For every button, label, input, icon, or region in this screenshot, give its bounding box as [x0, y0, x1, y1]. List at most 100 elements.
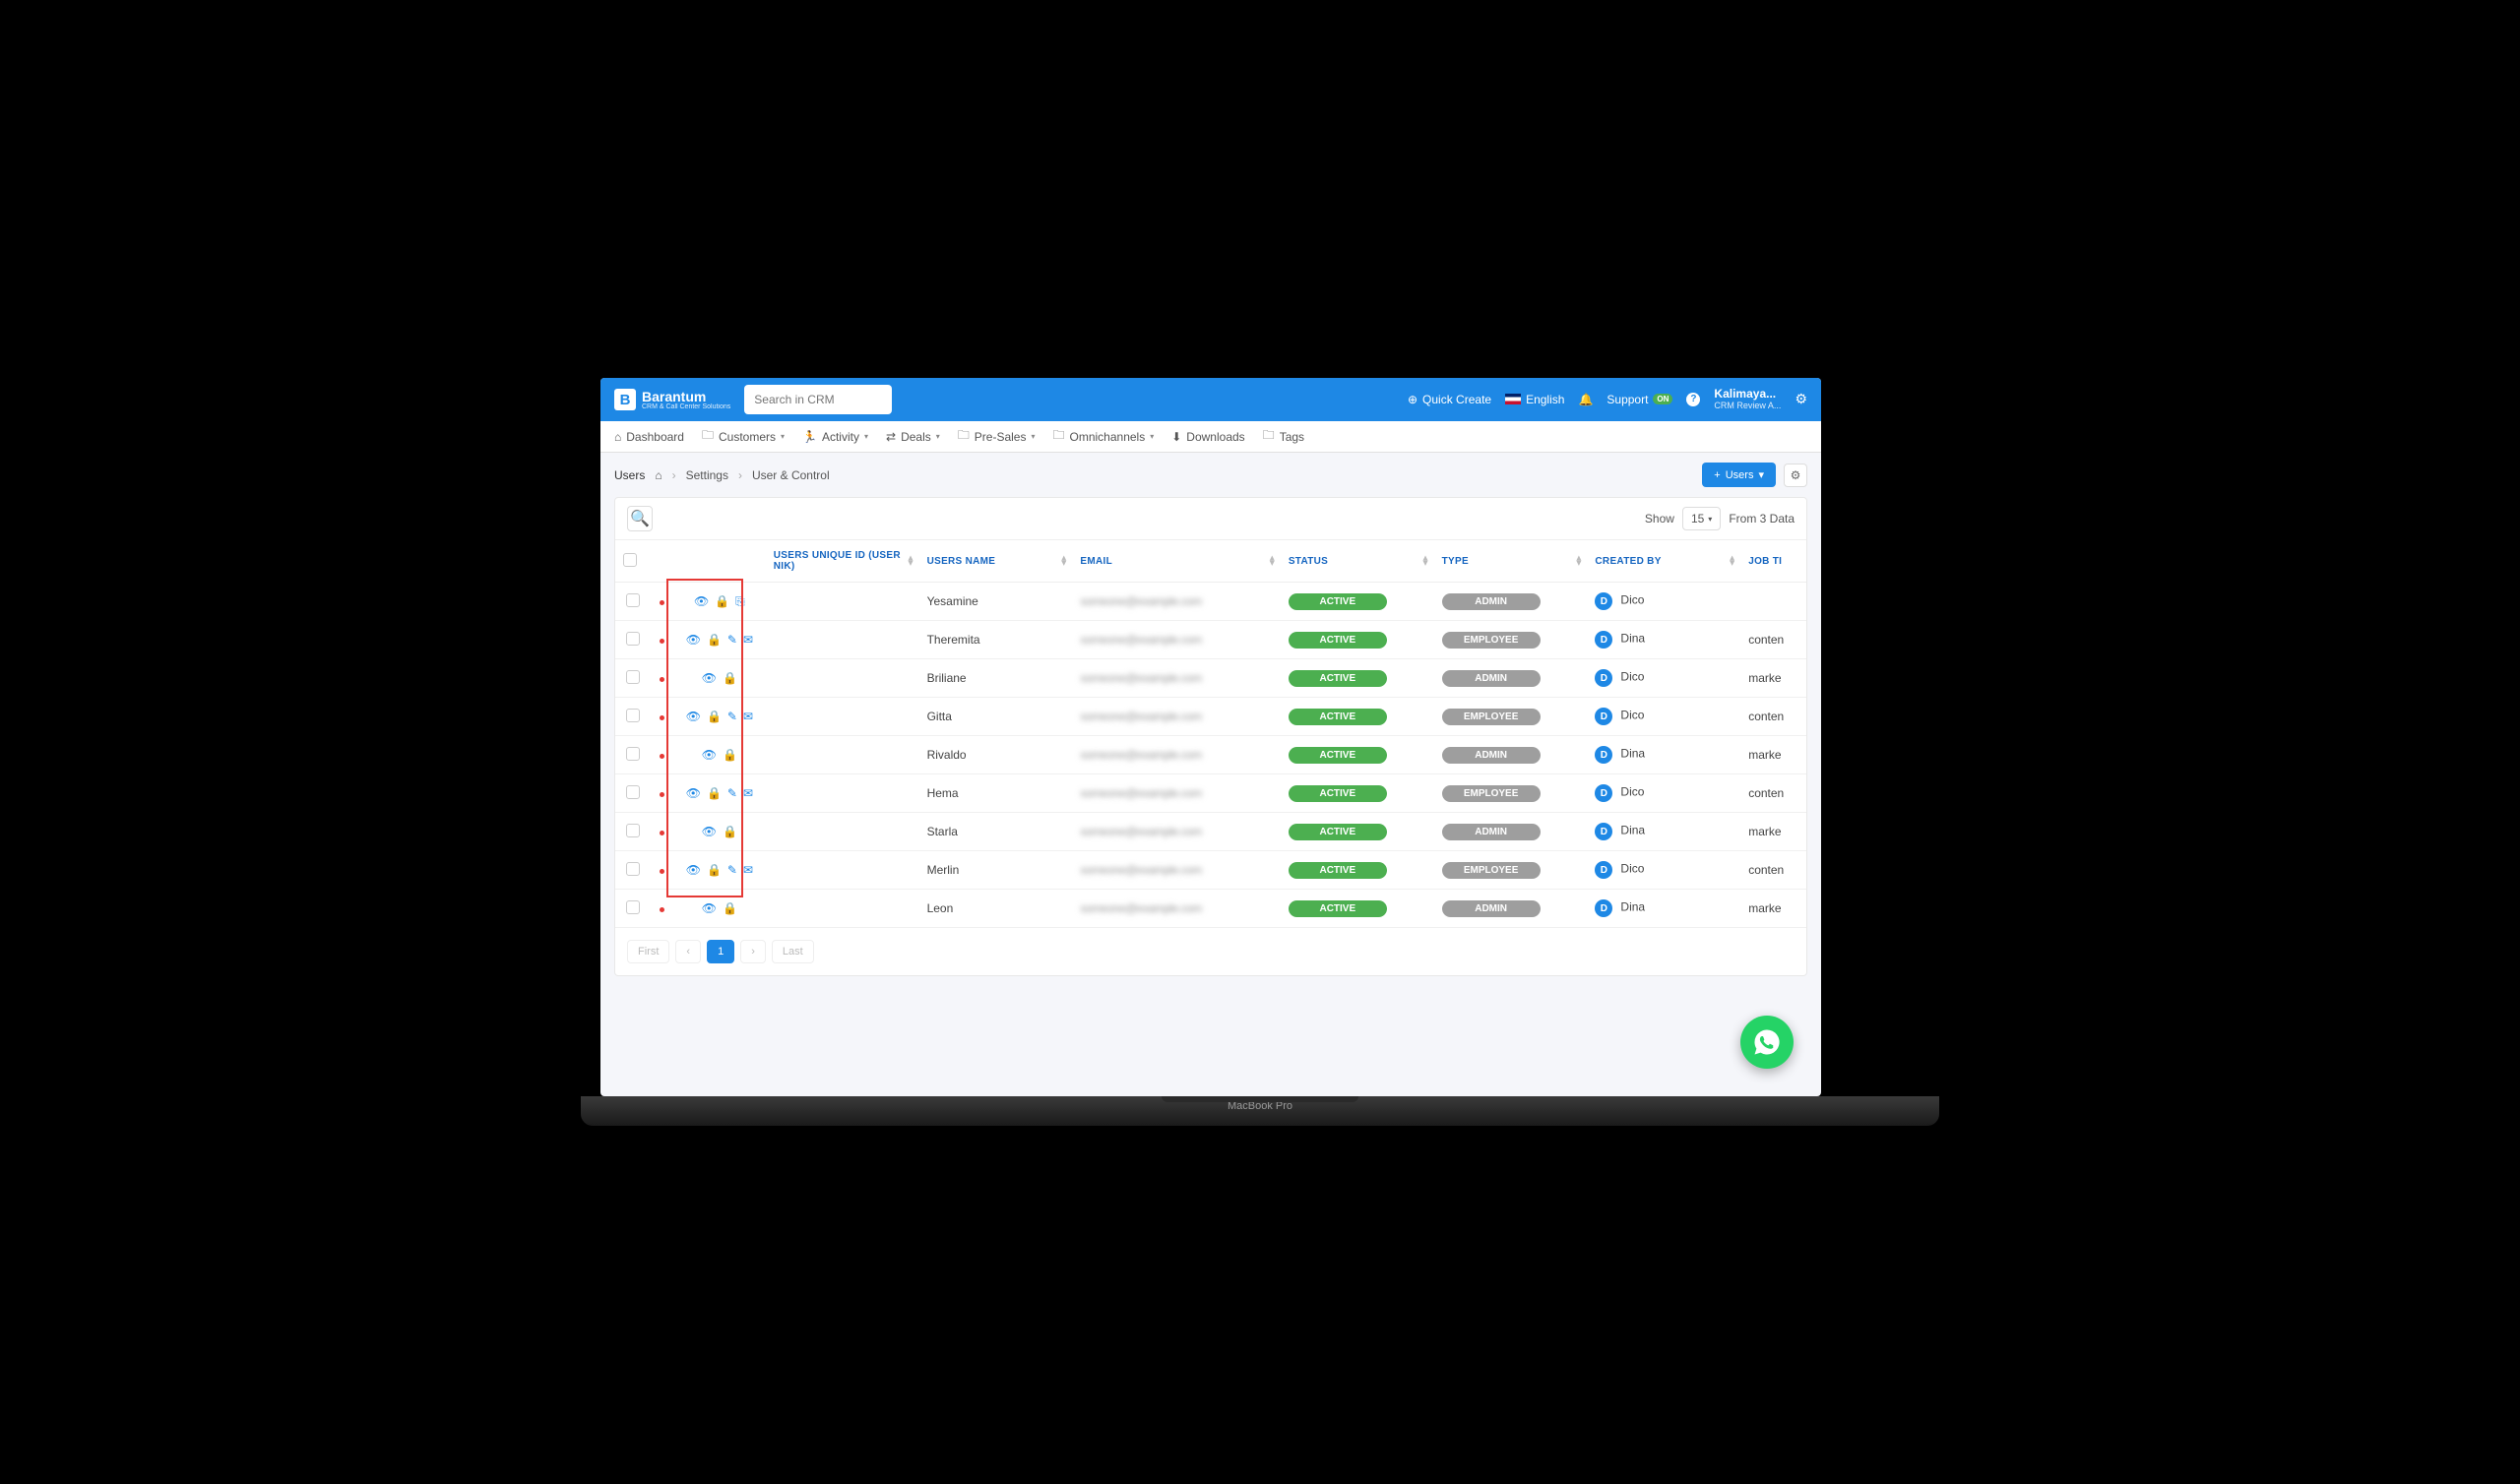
breadcrumb-settings[interactable]: Settings [686, 468, 728, 482]
row-checkbox[interactable] [626, 632, 640, 646]
nav-activity[interactable]: 🏃Activity▾ [802, 430, 868, 444]
mail-icon[interactable]: ✉ [743, 786, 753, 800]
home-icon[interactable]: ⌂ [655, 468, 662, 482]
table-search-button[interactable]: 🔍 [627, 506, 653, 531]
col-created-by[interactable]: CREATED BY▴▾ [1587, 540, 1740, 583]
view-icon[interactable]: 👁 [702, 901, 717, 915]
nav-dashboard[interactable]: ⌂Dashboard [614, 430, 684, 444]
view-icon[interactable]: 👁 [686, 710, 701, 723]
global-search[interactable] [744, 385, 892, 414]
page-current[interactable]: 1 [707, 940, 734, 963]
col-uid[interactable]: USERS UNIQUE ID (USER NIK)▴▾ [766, 540, 919, 583]
row-checkbox[interactable] [626, 824, 640, 837]
lock-icon[interactable]: 🔒 [715, 594, 729, 609]
edit-icon[interactable]: ✎ [727, 710, 737, 723]
edit-icon[interactable]: ✎ [727, 786, 737, 800]
nav-tags[interactable]: 🗀Tags [1263, 426, 1304, 447]
status-dot-icon [660, 792, 664, 797]
lock-icon[interactable]: 🔒 [723, 748, 737, 762]
brand-logo[interactable]: B Barantum CRM & Call Center Solutions [614, 389, 730, 410]
nav-label: Omnichannels [1070, 430, 1146, 444]
whatsapp-icon [1752, 1027, 1782, 1057]
user-role-label: CRM Review A... [1714, 402, 1781, 411]
nav-downloads[interactable]: ⬇Downloads [1171, 430, 1244, 444]
view-icon[interactable]: 👁 [686, 633, 701, 647]
page-next[interactable]: › [740, 940, 766, 963]
mail-icon[interactable]: ✉ [743, 863, 753, 877]
lock-icon[interactable]: 🔒 [707, 863, 722, 877]
row-checkbox[interactable] [626, 900, 640, 914]
nav-presales[interactable]: 🗀Pre-Sales▾ [958, 426, 1036, 447]
type-badge: ADMIN [1442, 593, 1541, 610]
lock-icon[interactable]: 🔒 [707, 633, 722, 647]
nav-customers[interactable]: 🗀Customers▾ [702, 426, 785, 447]
view-icon[interactable]: 👁 [702, 671, 717, 685]
status-badge: ACTIVE [1289, 862, 1387, 879]
sort-icon: ▴▾ [909, 556, 914, 567]
cell-uid [766, 698, 919, 736]
support-link[interactable]: Support ON [1606, 393, 1672, 406]
mail-icon[interactable]: ✉ [743, 633, 753, 647]
lock-icon[interactable]: 🔒 [723, 901, 737, 915]
row-checkbox[interactable] [626, 747, 640, 761]
quick-create-button[interactable]: ⊕ Quick Create [1408, 393, 1491, 406]
lock-icon[interactable]: 🔒 [723, 671, 737, 685]
view-icon[interactable]: 👁 [686, 786, 701, 800]
cell-created-by: DDina [1587, 736, 1740, 774]
row-checkbox[interactable] [626, 862, 640, 876]
view-icon[interactable]: 👁 [686, 863, 701, 877]
col-label: STATUS [1289, 556, 1328, 567]
whatsapp-fab[interactable] [1740, 1016, 1794, 1069]
lock-icon[interactable]: 🔒 [723, 825, 737, 838]
quick-create-label: Quick Create [1422, 393, 1491, 406]
row-checkbox[interactable] [626, 709, 640, 722]
row-checkbox[interactable] [626, 785, 640, 799]
edit-icon[interactable]: ✎ [727, 633, 737, 647]
chevron-down-icon: ▾ [936, 432, 940, 441]
lock-icon[interactable]: 🔒 [707, 710, 722, 723]
col-type[interactable]: TYPE▴▾ [1434, 540, 1588, 583]
page-prev[interactable]: ‹ [675, 940, 701, 963]
language-switcher[interactable]: English [1505, 393, 1564, 406]
cell-name: Leon [919, 890, 1073, 928]
search-input[interactable] [754, 393, 882, 406]
view-icon[interactable]: 👁 [702, 748, 717, 762]
row-checkbox[interactable] [626, 593, 640, 607]
activity-icon: 🏃 [802, 430, 817, 444]
col-email[interactable]: EMAIL▴▾ [1072, 540, 1280, 583]
row-checkbox[interactable] [626, 670, 640, 684]
lock-icon[interactable]: 🔒 [707, 786, 722, 800]
col-job[interactable]: JOB TI [1740, 540, 1806, 583]
chevron-down-icon: ▾ [1150, 432, 1154, 441]
view-icon[interactable]: 👁 [702, 825, 717, 838]
settings-icon[interactable]: ⚙ [1795, 391, 1807, 407]
search-icon: 🔍 [630, 509, 650, 528]
view-icon[interactable]: 👁 [694, 594, 709, 609]
col-select-all[interactable] [615, 540, 651, 583]
flag-uk-icon [1505, 394, 1521, 404]
nav-deals[interactable]: ⇄Deals▾ [886, 430, 940, 444]
col-label: JOB TI [1748, 556, 1782, 567]
edit-icon[interactable]: ✎ [727, 863, 737, 877]
breadcrumb-user-control[interactable]: User & Control [752, 468, 830, 482]
checkbox-icon[interactable] [623, 553, 637, 567]
add-users-button[interactable]: + Users ▾ [1702, 463, 1776, 487]
help-icon[interactable]: ? [1686, 393, 1700, 406]
mail-icon[interactable]: ✉ [743, 710, 753, 723]
status-badge: ACTIVE [1289, 785, 1387, 802]
user-name-label: Kalimaya... [1714, 388, 1781, 401]
cell-uid [766, 774, 919, 813]
table-settings-button[interactable]: ⚙ [1784, 464, 1807, 487]
col-name[interactable]: USERS NAME▴▾ [919, 540, 1073, 583]
nav-label: Downloads [1186, 430, 1244, 444]
login-icon[interactable]: ⎘ [735, 594, 745, 609]
avatar-icon: D [1595, 899, 1612, 917]
type-badge: EMPLOYEE [1442, 709, 1541, 725]
page-last[interactable]: Last [772, 940, 814, 963]
bell-icon[interactable]: 🔔 [1578, 393, 1593, 406]
page-size-select[interactable]: 15 ▾ [1682, 507, 1721, 530]
user-menu[interactable]: Kalimaya... CRM Review A... [1714, 388, 1781, 410]
col-status[interactable]: STATUS▴▾ [1281, 540, 1434, 583]
page-first[interactable]: First [627, 940, 669, 963]
nav-omnichannels[interactable]: 🗀Omnichannels▾ [1052, 426, 1154, 447]
